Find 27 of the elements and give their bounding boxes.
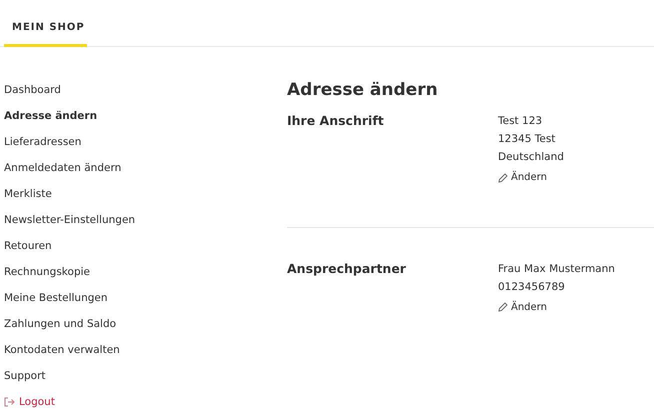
sidebar-link[interactable]: Adresse ändern — [4, 108, 287, 134]
section-heading: Ansprechpartner — [287, 260, 407, 278]
address-line: 0123456789 — [498, 280, 566, 295]
sidebar-link[interactable]: Kontodaten verwalten — [4, 342, 287, 368]
sidebar-link[interactable]: Merkliste — [4, 186, 287, 212]
tab[interactable]: MEIN SHOP — [4, 0, 87, 47]
sidebar-link[interactable]: Dashboard — [4, 82, 287, 108]
page-title: Adresse ändern — [287, 80, 439, 100]
sidebar-link[interactable]: Anmeldedaten ändern — [4, 160, 287, 186]
address-line: Test 123 — [498, 114, 544, 130]
sidebar-link[interactable]: Rechnungskopie — [4, 264, 287, 290]
sidebar-link[interactable]: Retouren — [4, 238, 287, 264]
address-line: Deutschland — [498, 150, 564, 166]
edit-link[interactable]: Ändern — [498, 170, 547, 186]
sidebar-link[interactable]: Lieferadressen — [4, 134, 287, 160]
pencil-icon — [498, 302, 508, 312]
logout-link[interactable]: Logout — [4, 394, 287, 409]
sidebar-link[interactable]: Support — [4, 368, 287, 394]
sidebar-link[interactable]: Zahlungen und Saldo — [4, 316, 287, 342]
sidebar-link[interactable]: Meine Bestellungen — [4, 290, 287, 316]
address-line: 12345 Test — [498, 132, 556, 148]
edit-link[interactable]: Ändern — [498, 300, 547, 315]
pencil-icon — [498, 172, 508, 183]
logout-icon — [4, 397, 15, 407]
address-line: Frau Max Mustermann — [498, 262, 615, 277]
section-heading: Ihre Anschrift — [287, 112, 385, 130]
sidebar-link[interactable]: Newsletter-Einstellungen — [4, 212, 287, 238]
